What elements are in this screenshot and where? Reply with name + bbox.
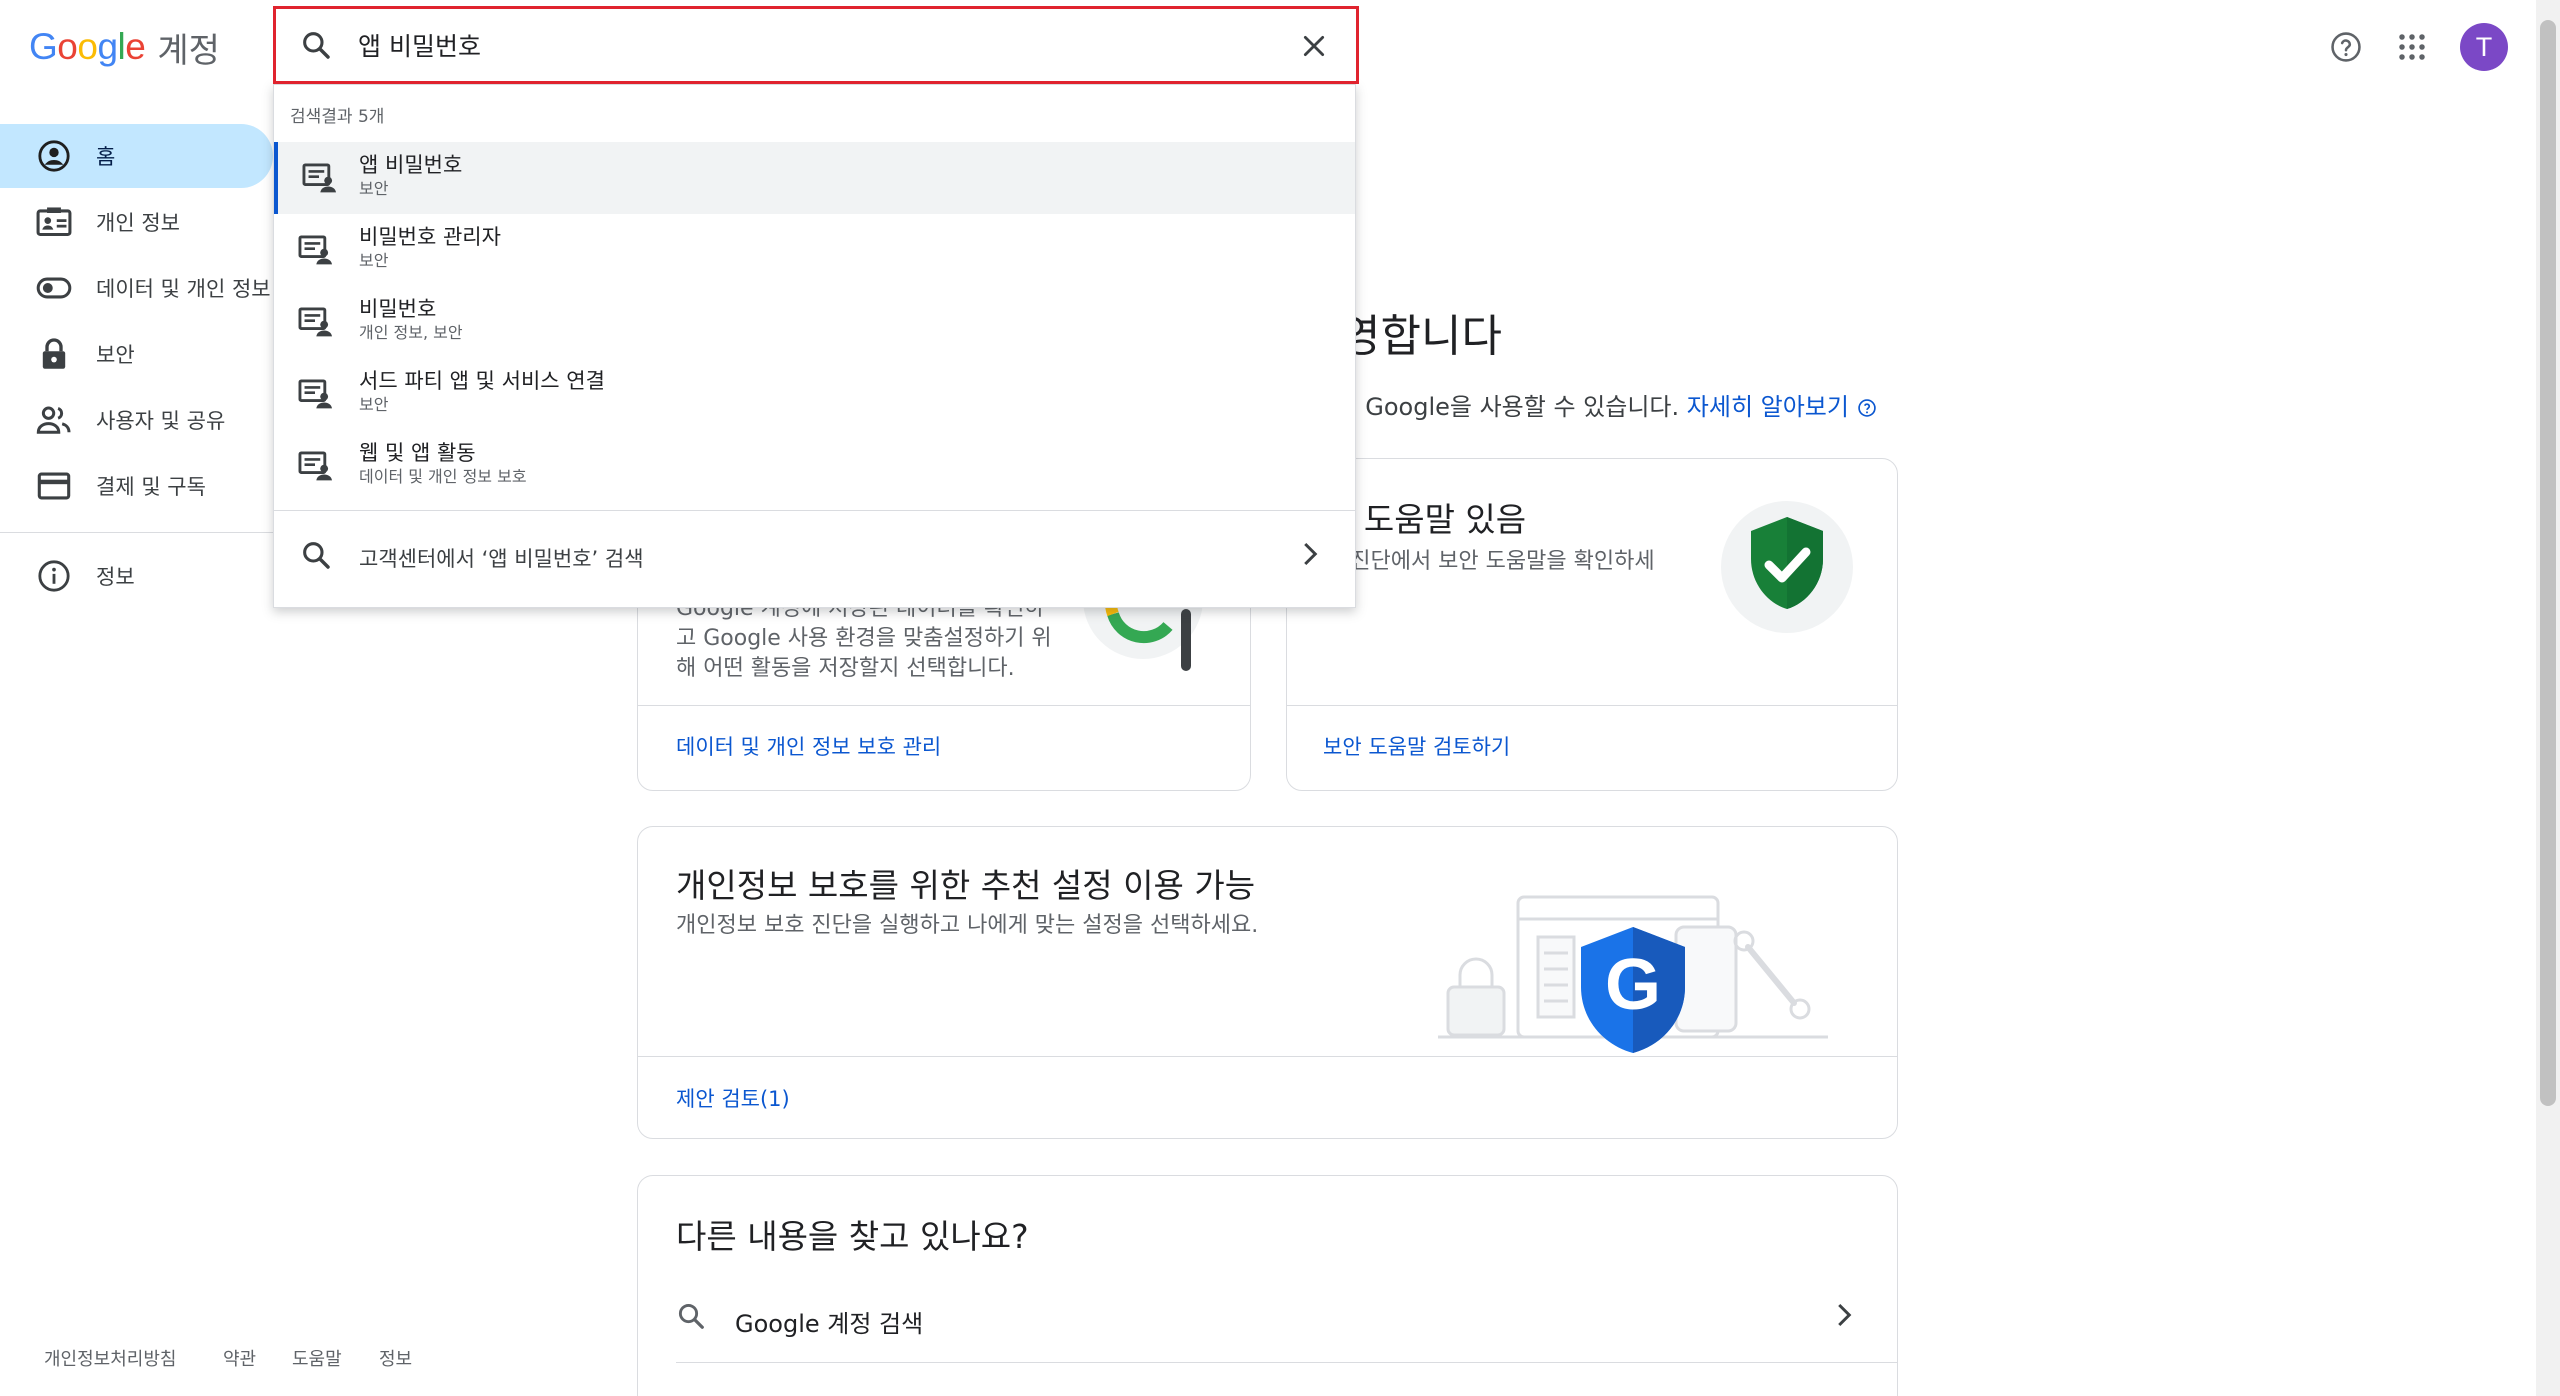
id-card-icon [34,202,74,242]
result-title: 서드 파티 앱 및 서비스 연결 [359,369,605,393]
scrollbar-thumb[interactable] [2540,20,2556,1106]
learn-more-link[interactable]: 자세히 알아보기 [1687,393,1849,421]
sidebar-item-payments[interactable]: 결제 및 구독 [0,454,273,518]
support-options-row[interactable]: 지원 옵션 보기 [638,1370,1897,1396]
help-button[interactable] [2320,21,2372,73]
card-divider [638,705,1250,706]
result-title: 웹 및 앱 활동 [359,441,476,465]
reco-card-body: 개인정보 보호 진단을 실행하고 나에게 맞는 설정을 선택하세요. [676,913,1259,938]
result-subtitle: 개인 정보, 보안 [359,323,463,342]
result-subtitle: 보안 [359,251,389,270]
result-subtitle: 보안 [359,179,389,198]
sidebar-item-about[interactable]: 정보 [0,544,273,608]
search-result-item[interactable]: 앱 비밀번호 보안 [274,142,1355,214]
card-divider [638,1056,1897,1057]
result-title: 비밀번호 [359,297,437,321]
result-subtitle: 데이터 및 개인 정보 보호 [359,467,527,486]
info-icon [34,556,74,596]
footer-link-privacy[interactable]: 개인정보처리방침 [44,1345,176,1371]
support-options-label: 지원 옵션 보기 [735,1388,883,1396]
sidebar-item-label: 사용자 및 공유 [96,409,226,433]
security-shield-icon [1721,501,1853,633]
credit-card-icon [34,466,74,506]
help-center-search-row[interactable]: 고객센터에서 ‘앱 비밀번호’ 검색 [274,515,1355,597]
sidebar-item-label: 개인 정보 [96,211,180,235]
logo-suffix: 계정 [157,30,220,71]
welcome-subtitle-text: . Google을 사용할 수 있습니다. [1350,393,1680,421]
privacy-recommendation-card: 개인정보 보호를 위한 추천 설정 이용 가능 개인정보 보호 진단을 실행하고… [637,826,1898,1139]
account-search-box[interactable] [273,6,1359,84]
google-account-logo[interactable]: Google 계정 [29,22,220,72]
sidebar-item-label: 정보 [96,565,135,589]
looking-for-more-card: 다른 내용을 찾고 있나요? Google 계정 검색 지원 옵션 보기 [637,1175,1898,1396]
more-card-title: 다른 내용을 찾고 있나요? [676,1217,1029,1256]
help-icon [2331,32,2361,62]
card-divider [676,1362,1897,1363]
reco-card-title: 개인정보 보호를 위한 추천 설정 이용 가능 [676,866,1256,905]
settings-page-icon [298,377,332,411]
privacy-card-line2: 고 Google 사용 환경을 맞춤설정하기 위 [676,626,1052,651]
sidebar-item-label: 데이터 및 개인 정보 보호 [96,277,273,301]
sidebar-item-home[interactable]: 홈 [0,124,273,188]
review-suggestions-link[interactable]: 제안 검토(1) [676,1083,790,1113]
search-result-item[interactable]: 서드 파티 앱 및 서비스 연결 보안 [274,358,1355,430]
sidebar-item-people-sharing[interactable]: 사용자 및 공유 [0,388,273,452]
footer-link-terms[interactable]: 약관 [223,1345,256,1371]
sidebar-item-label: 홈 [96,145,116,169]
sidebar-item-data-privacy[interactable]: 데이터 및 개인 정보 보호 [0,256,273,320]
clear-search-button[interactable] [1294,26,1334,66]
search-icon [678,1303,704,1329]
people-icon [34,400,74,440]
card-divider [1287,705,1897,706]
search-input[interactable] [358,21,1258,69]
welcome-subtitle: . Google을 사용할 수 있습니다. 자세히 알아보기 [1350,387,1877,422]
search-icon [300,29,332,61]
settings-page-icon [298,305,332,339]
home-account-icon [34,136,74,176]
sidebar-item-label: 보안 [96,343,135,367]
help-center-search-label: 고객센터에서 ‘앱 비밀번호’ 검색 [359,547,644,571]
search-results-dropdown: 검색결과 5개 앱 비밀번호 보안 비밀번호 관리자 보안 비밀번호 개인 정보… [273,84,1356,608]
result-title: 비밀번호 관리자 [359,225,501,249]
close-icon [1303,35,1325,57]
lock-icon [34,334,74,374]
result-subtitle: 보안 [359,395,389,414]
svg-text:G: G [1605,945,1661,1025]
security-card-body: 안 진단에서 보안 도움말을 확인하세 [1323,549,1655,574]
chevron-right-icon [1838,1303,1852,1327]
google-logo-text: Google [29,26,146,67]
security-card: 안 도움말 있음 안 진단에서 보안 도움말을 확인하세 보안 도움말 검토하기 [1286,458,1898,791]
sidebar-item-security[interactable]: 보안 [0,322,273,386]
search-result-item[interactable]: 비밀번호 개인 정보, 보안 [274,286,1355,358]
apps-grid-icon [2399,34,2425,60]
toggle-icon [34,268,74,308]
account-avatar[interactable]: T [2460,23,2508,71]
footer-link-about[interactable]: 정보 [379,1345,412,1371]
sidebar-item-label: 결제 및 구독 [96,475,206,499]
sidebar-item-personal-info[interactable]: 개인 정보 [0,190,273,254]
settings-page-icon [298,233,332,267]
footer-link-help[interactable]: 도움말 [292,1345,342,1371]
privacy-card-line3: 해 어떤 활동을 저장할지 선택합니다. [676,656,1015,681]
settings-page-icon [302,161,336,195]
search-result-item[interactable]: 웹 및 앱 활동 데이터 및 개인 정보 보호 [274,430,1355,502]
privacy-checkup-illustration: G [1408,857,1848,1057]
apps-button[interactable] [2386,21,2438,73]
security-review-link[interactable]: 보안 도움말 검토하기 [1323,731,1510,761]
help-circle-icon [1857,398,1877,418]
search-icon [300,539,332,571]
result-title: 앱 비밀번호 [359,153,463,177]
privacy-manage-link[interactable]: 데이터 및 개인 정보 보호 관리 [676,731,941,761]
search-account-row[interactable]: Google 계정 검색 [638,1276,1897,1356]
search-account-label: Google 계정 검색 [735,1310,924,1338]
results-count: 검색결과 5개 [290,107,385,127]
chevron-right-icon [1294,539,1324,569]
dropdown-divider [274,510,1355,511]
welcome-heading: 영합니다 [1340,311,1502,362]
settings-page-icon [298,449,332,483]
search-result-item[interactable]: 비밀번호 관리자 보안 [274,214,1355,286]
sidebar-divider [0,532,273,533]
